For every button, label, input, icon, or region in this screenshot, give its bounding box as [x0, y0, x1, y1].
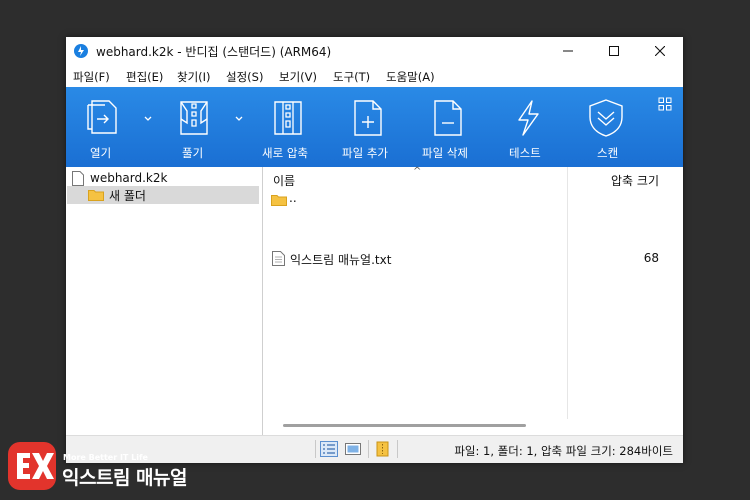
preview-view-icon[interactable] [344, 441, 362, 457]
folder-icon [88, 190, 104, 201]
column-header-name[interactable]: 이름 [273, 172, 295, 189]
test-button[interactable]: 테스트 [506, 87, 550, 167]
menu-settings[interactable]: 설정(S) [226, 69, 263, 85]
tree-item-label: 새 폴더 [109, 189, 146, 203]
sort-up-icon: ^ [413, 166, 422, 177]
status-separator [368, 440, 369, 458]
open-label: 열기 [90, 146, 112, 160]
delete-files-label: 파일 삭제 [422, 146, 468, 160]
list-item[interactable]: 익스트림 매뉴얼.txt 68 [265, 250, 683, 268]
folder-icon [271, 195, 287, 206]
menu-help[interactable]: 도움말(A) [386, 69, 435, 85]
close-icon [655, 46, 665, 56]
list-item[interactable]: .. [265, 191, 683, 210]
extract-button[interactable]: 풀기 [170, 87, 220, 167]
maximize-button[interactable] [591, 37, 637, 65]
lightning-icon [518, 100, 539, 136]
extract-label: 풀기 [182, 146, 204, 160]
add-files-label: 파일 추가 [342, 146, 388, 160]
minimize-button[interactable] [545, 37, 591, 65]
scrollbar-thumb[interactable] [283, 424, 526, 427]
open-button[interactable]: 열기 [80, 87, 128, 167]
archive-info-icon[interactable] [373, 441, 391, 457]
app-window: webhard.k2k - 반디집 (스탠더드) (ARM64) 파일(F) 편… [66, 37, 683, 463]
brand-logo [8, 442, 56, 490]
horizontal-scrollbar[interactable] [265, 420, 683, 432]
minimize-icon [563, 50, 573, 52]
new-archive-button[interactable]: 새로 압축 [258, 87, 318, 167]
close-button[interactable] [637, 37, 683, 65]
menu-bar: 파일(F) 편집(E) 찾기(I) 설정(S) 보기(V) 도구(T) 도움말(… [66, 65, 683, 87]
extract-dropdown-arrow-icon[interactable] [233, 113, 245, 123]
status-text: 파일: 1, 폴더: 1, 압축 파일 크기: 284바이트 [454, 444, 673, 458]
brand-tagline: More Better IT Life [63, 453, 148, 462]
test-label: 테스트 [509, 146, 541, 160]
maximize-icon [609, 46, 619, 56]
archive-file-icon [72, 171, 84, 186]
add-files-button[interactable]: 파일 추가 [338, 87, 398, 167]
menu-file[interactable]: 파일(F) [73, 69, 110, 85]
file-list: 이름 ^ 압축 크기 .. 익스트림 매뉴얼.txt 68 [265, 166, 683, 435]
folder-tree: webhard.k2k 새 폴더 [66, 167, 263, 435]
delete-file-icon [434, 100, 462, 136]
window-title: webhard.k2k - 반디집 (스탠더드) (ARM64) [96, 45, 332, 59]
details-view-icon[interactable] [320, 441, 338, 457]
open-dropdown-arrow-icon[interactable] [142, 113, 154, 123]
status-separator [397, 440, 398, 458]
status-separator [315, 440, 316, 458]
scan-label: 스캔 [597, 146, 619, 160]
shield-icon [589, 99, 623, 137]
scan-button[interactable]: 스캔 [584, 87, 628, 167]
text-file-icon [272, 251, 285, 266]
extract-icon [180, 101, 208, 135]
open-archive-icon [87, 100, 117, 134]
bandizip-app-icon [74, 44, 88, 58]
list-item-name: 익스트림 매뉴얼.txt [290, 253, 392, 267]
menu-tools[interactable]: 도구(T) [333, 69, 370, 85]
toolbar: 열기 풀기 새로 압축 파일 추가 파일 삭제 테스트 스캔 [66, 87, 683, 167]
menu-find[interactable]: 찾기(I) [177, 69, 211, 85]
tree-root-label: webhard.k2k [90, 171, 168, 185]
watermark-brand: More Better IT Life 익스트림 매뉴얼 [8, 442, 208, 492]
brand-logo-mark-icon [17, 453, 54, 479]
new-archive-label: 새로 압축 [262, 146, 308, 160]
title-bar[interactable]: webhard.k2k - 반디집 (스탠더드) (ARM64) [66, 37, 683, 65]
add-file-icon [354, 100, 382, 136]
new-archive-icon [274, 101, 302, 135]
layout-grid-icon[interactable] [658, 97, 672, 111]
menu-edit[interactable]: 편집(E) [126, 69, 163, 85]
delete-files-button[interactable]: 파일 삭제 [418, 87, 478, 167]
list-item-name: .. [289, 191, 297, 205]
tree-item-new-folder[interactable]: 새 폴더 [67, 186, 259, 204]
column-header-size[interactable]: 압축 크기 [611, 172, 659, 189]
menu-view[interactable]: 보기(V) [279, 69, 317, 85]
list-item-size: 68 [643, 251, 659, 265]
brand-name: 익스트림 매뉴얼 [62, 467, 187, 489]
